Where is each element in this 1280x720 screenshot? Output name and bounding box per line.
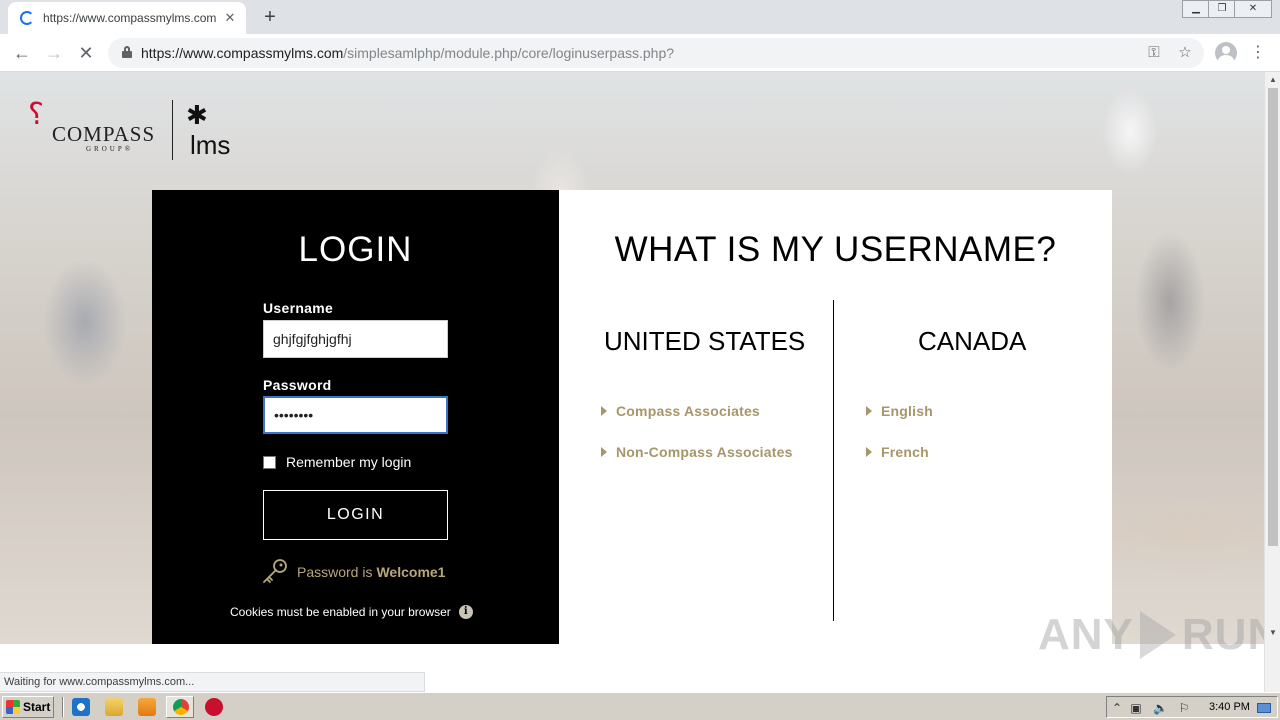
browser-tab[interactable]: https://www.compassmylms.com/simplesamlp… xyxy=(8,2,246,34)
anyrun-watermark: ANY RUN xyxy=(1038,610,1280,660)
compass-word: COMPASS xyxy=(52,122,156,146)
page-viewport: ⸮ COMPASS GROUP® ✱ lms LOGIN Username Pa… xyxy=(0,72,1264,692)
login-button[interactable]: LOGIN xyxy=(263,490,448,540)
region-united-states: UNITED STATES xyxy=(604,326,806,356)
page-scrollbar[interactable]: ▲ ▼ xyxy=(1264,72,1280,692)
key-icon xyxy=(263,559,287,583)
file-explorer-icon[interactable] xyxy=(105,698,123,716)
username-help-panel: WHAT IS MY USERNAME? UNITED STATES Compa… xyxy=(559,190,1112,644)
link-label: English xyxy=(881,403,933,419)
watermark-left: ANY xyxy=(1038,610,1134,659)
play-icon xyxy=(1139,611,1176,659)
link-english[interactable]: English xyxy=(866,403,933,419)
link-label: French xyxy=(881,444,929,460)
start-label: Start xyxy=(23,700,51,714)
system-tray: ⌃ ▣ 🔈 ⚐ 3:40 PM xyxy=(1106,696,1278,718)
link-label: Compass Associates xyxy=(616,403,760,419)
loading-spinner-icon xyxy=(20,11,34,25)
taskbar-separator xyxy=(62,697,64,717)
password-input[interactable] xyxy=(263,396,448,434)
password-hint: Password is Welcome1 xyxy=(261,558,445,586)
browser-toolbar: ← → ✕ https://www.compassmylms.com/simpl… xyxy=(0,34,1280,72)
link-label: Non-Compass Associates xyxy=(616,444,793,460)
taskbar-clock[interactable]: 3:40 PM xyxy=(1209,701,1250,713)
group-word: GROUP® xyxy=(86,145,134,153)
show-desktop-icon[interactable] xyxy=(1257,703,1271,713)
password-hint-prefix: Password is xyxy=(297,564,373,580)
action-center-flag-icon[interactable]: ⚐ xyxy=(1177,701,1191,715)
cookies-notice: Cookies must be enabled in your browser … xyxy=(230,605,473,619)
password-label: Password xyxy=(263,377,332,393)
cookies-text: Cookies must be enabled in your browser xyxy=(230,605,451,619)
compass-group-logo: ⸮ COMPASS GROUP® xyxy=(24,96,169,156)
url-path: /simplesamlphp/module.php/core/loginuser… xyxy=(343,45,675,61)
caret-right-icon xyxy=(866,406,872,416)
column-divider xyxy=(833,300,834,621)
show-hidden-icons-icon[interactable]: ⌃ xyxy=(1110,701,1124,715)
login-heading: LOGIN xyxy=(298,230,413,269)
new-tab-button[interactable]: + xyxy=(258,6,282,30)
lms-word: lms xyxy=(190,130,231,160)
volume-icon[interactable]: 🔈 xyxy=(1153,701,1168,715)
url-host: https://www.compassmylms.com xyxy=(141,45,344,61)
logo-divider xyxy=(172,100,173,160)
address-bar[interactable]: https://www.compassmylms.com/simplesamlp… xyxy=(108,38,1204,68)
url-text[interactable]: https://www.compassmylms.com/simplesamlp… xyxy=(141,45,674,61)
link-non-compass-associates[interactable]: Non-Compass Associates xyxy=(601,444,793,460)
minimize-window-button[interactable]: ▁ xyxy=(1182,0,1210,18)
media-player-icon[interactable] xyxy=(138,698,156,716)
login-panel: LOGIN Username Password Remember my logi… xyxy=(152,190,559,644)
opera-icon[interactable] xyxy=(205,698,223,716)
caret-right-icon xyxy=(601,406,607,416)
scroll-down-arrow-icon[interactable]: ▼ xyxy=(1269,628,1277,637)
username-label: Username xyxy=(263,300,334,316)
profile-avatar-icon[interactable] xyxy=(1215,42,1237,64)
username-input[interactable] xyxy=(263,320,448,358)
my-lms-logo: ✱ lms xyxy=(184,100,264,164)
key-password-icon[interactable]: ⚿ xyxy=(1144,43,1164,63)
lms-figure-icon: ✱ xyxy=(186,100,208,130)
caret-right-icon xyxy=(601,447,607,457)
info-icon[interactable]: i xyxy=(458,605,473,619)
region-canada: CANADA xyxy=(918,326,1027,356)
password-hint-value: Welcome1 xyxy=(376,564,446,580)
windows-logo-icon xyxy=(6,700,20,714)
internet-explorer-icon[interactable] xyxy=(72,698,90,716)
link-french[interactable]: French xyxy=(866,444,929,460)
scroll-up-arrow-icon[interactable]: ▲ xyxy=(1269,75,1277,84)
start-button[interactable]: Start xyxy=(2,696,54,718)
back-arrow-icon[interactable]: ← xyxy=(10,41,34,65)
lock-icon[interactable] xyxy=(122,46,132,58)
compass-swirl-icon: ⸮ xyxy=(28,98,44,131)
scrollbar-thumb[interactable] xyxy=(1268,88,1278,546)
remember-login-row[interactable]: Remember my login xyxy=(263,454,411,470)
chrome-icon xyxy=(173,699,189,715)
remember-login-checkbox[interactable] xyxy=(263,455,276,469)
browser-menu-icon[interactable]: ⋮ xyxy=(1250,42,1266,64)
status-bubble: Waiting for www.compassmylms.com... xyxy=(0,672,425,692)
link-compass-associates[interactable]: Compass Associates xyxy=(601,403,760,419)
stop-loading-icon[interactable]: ✕ xyxy=(74,41,98,65)
forward-arrow-icon[interactable]: → xyxy=(42,41,66,65)
network-icon[interactable]: ▣ xyxy=(1129,701,1143,715)
restore-window-button[interactable]: ❐ xyxy=(1208,0,1236,18)
compass-lms-logo[interactable]: ⸮ COMPASS GROUP® ✱ lms xyxy=(24,96,264,166)
caret-right-icon xyxy=(866,447,872,457)
windows-taskbar: Start ⌃ ▣ 🔈 ⚐ 3:40 PM xyxy=(0,692,1280,720)
chrome-taskbar-button[interactable] xyxy=(166,696,194,718)
tab-strip: https://www.compassmylms.com/simplesamlp… xyxy=(0,0,1280,34)
close-window-button[interactable]: ✕ xyxy=(1234,0,1272,18)
close-tab-icon[interactable]: ✕ xyxy=(222,10,238,26)
remember-login-label: Remember my login xyxy=(286,454,412,470)
tab-title: https://www.compassmylms.com/simplesamlp… xyxy=(43,11,216,25)
username-help-heading: WHAT IS MY USERNAME? xyxy=(614,230,1057,269)
bookmark-star-icon[interactable]: ☆ xyxy=(1175,43,1195,63)
